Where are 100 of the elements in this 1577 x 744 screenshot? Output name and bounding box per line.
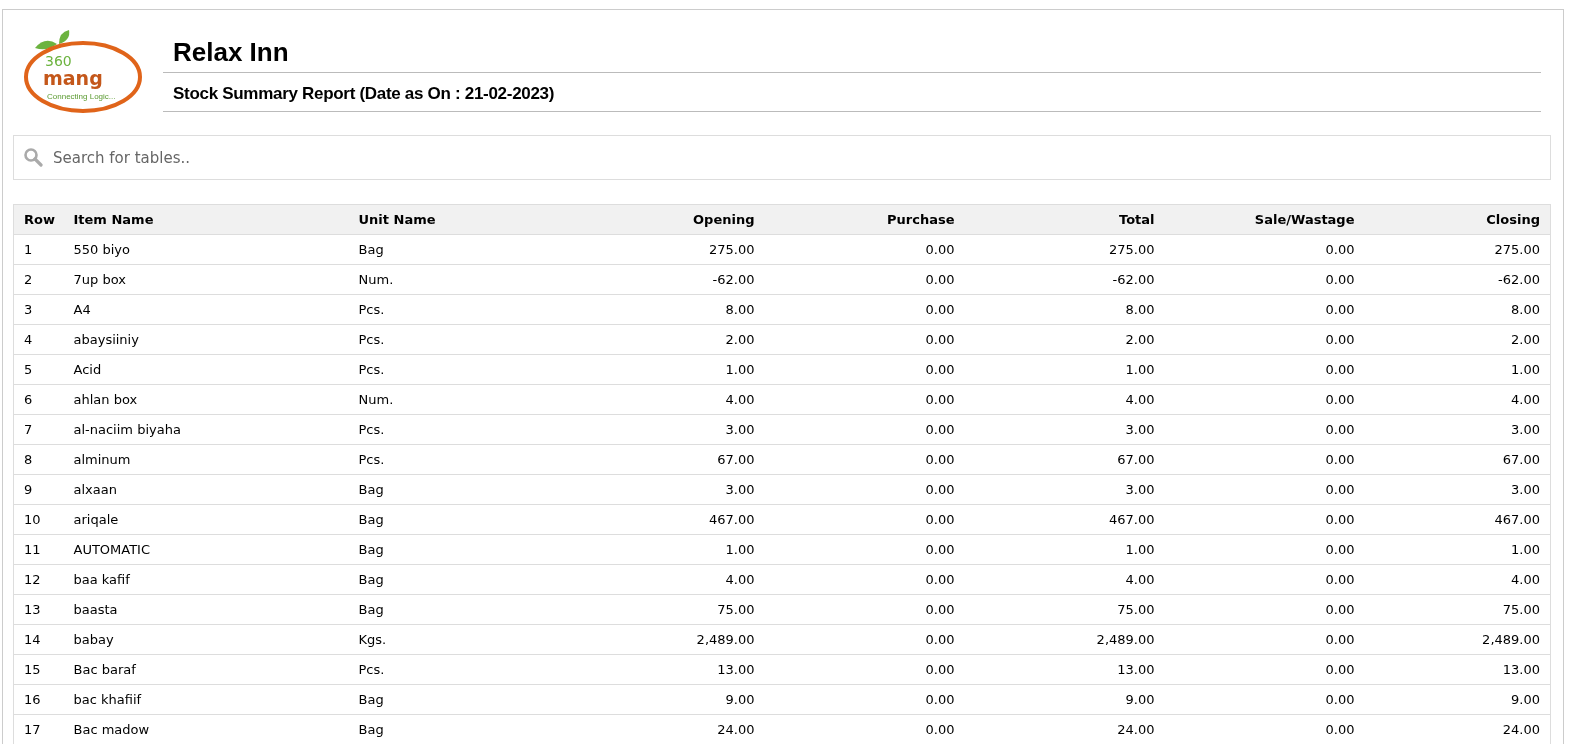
column-header: Item Name (63, 204, 349, 235)
table-cell: 0.00 (764, 384, 965, 415)
table-cell: Bac baraf (63, 654, 349, 685)
table-cell: ahlan box (63, 384, 349, 415)
table-cell: 5 (13, 354, 64, 385)
table-cell: alxaan (63, 474, 349, 505)
table-cell: Bag (348, 534, 565, 565)
table-cell: 2,489.00 (564, 624, 765, 655)
table-cell: 13.00 (964, 654, 1165, 685)
table-cell: 0.00 (1164, 654, 1365, 685)
table-cell: 0.00 (764, 444, 965, 475)
table-cell: 0.00 (1164, 414, 1365, 445)
table-cell: ariqale (63, 504, 349, 535)
table-cell: 8.00 (964, 294, 1165, 325)
table-cell: 2 (13, 264, 64, 295)
report-subtitle: Stock Summary Report (Date as On : 21-02-2023) (163, 73, 1541, 112)
column-header: Purchase (764, 204, 965, 235)
search-field[interactable]: Search for tables.. (13, 135, 1551, 180)
table-cell: 67.00 (964, 444, 1165, 475)
table-cell: 0.00 (764, 594, 965, 625)
table-cell: Bag (348, 474, 565, 505)
table-cell: 9.00 (964, 684, 1165, 715)
table-cell: 75.00 (1364, 594, 1551, 625)
table-cell: 0.00 (1164, 504, 1365, 535)
table-cell: 0.00 (1164, 294, 1365, 325)
table-cell: 0.00 (1164, 534, 1365, 565)
table-cell: 75.00 (964, 594, 1165, 625)
table-cell: 15 (13, 654, 64, 685)
table-cell: 0.00 (764, 294, 965, 325)
table-cell: 0.00 (764, 234, 965, 265)
table-cell: 275.00 (564, 234, 765, 265)
table-cell: 7 (13, 414, 64, 445)
table-cell: 4.00 (964, 564, 1165, 595)
table-cell: 275.00 (1364, 234, 1551, 265)
table-cell: 17 (13, 714, 64, 744)
search-icon (23, 147, 43, 167)
table-cell: 1.00 (1364, 354, 1551, 385)
table-cell: 550 biyo (63, 234, 349, 265)
table-cell: 24.00 (964, 714, 1165, 744)
table-cell: 0.00 (764, 354, 965, 385)
table-cell: 0.00 (764, 564, 965, 595)
table-cell: AUTOMATIC (63, 534, 349, 565)
table-cell: 2,489.00 (1364, 624, 1551, 655)
table-cell: 0.00 (764, 264, 965, 295)
table-cell: 1.00 (1364, 534, 1551, 565)
table-cell: 8.00 (1364, 294, 1551, 325)
table-cell: baasta (63, 594, 349, 625)
table-cell: 10 (13, 504, 64, 535)
table-cell: 3 (13, 294, 64, 325)
table-cell: 0.00 (1164, 234, 1365, 265)
table-cell: 0.00 (764, 504, 965, 535)
table-cell: Acid (63, 354, 349, 385)
table-cell: 0.00 (1164, 564, 1365, 595)
table-cell: 2.00 (1364, 324, 1551, 355)
table-cell: -62.00 (564, 264, 765, 295)
table-cell: Bag (348, 714, 565, 744)
table-cell: Bag (348, 504, 565, 535)
table-cell: 9 (13, 474, 64, 505)
table-cell: 9.00 (1364, 684, 1551, 715)
table-cell: 3.00 (964, 414, 1165, 445)
table-cell: 0.00 (1164, 714, 1365, 744)
table-cell: Bag (348, 594, 565, 625)
table-cell: 0.00 (1164, 354, 1365, 385)
table-cell: 0.00 (1164, 594, 1365, 625)
table-cell: -62.00 (1364, 264, 1551, 295)
table-cell: 2,489.00 (964, 624, 1165, 655)
table-cell: 75.00 (564, 594, 765, 625)
table-cell: 0.00 (764, 654, 965, 685)
column-header: Opening (564, 204, 765, 235)
table-cell: Num. (348, 264, 565, 295)
table-cell: 467.00 (564, 504, 765, 535)
table-cell: Pcs. (348, 444, 565, 475)
table-cell: 0.00 (1164, 324, 1365, 355)
table-cell: Pcs. (348, 414, 565, 445)
table-cell: 3.00 (564, 414, 765, 445)
table-cell: 0.00 (1164, 384, 1365, 415)
table-cell: 467.00 (964, 504, 1165, 535)
column-header: Closing (1364, 204, 1551, 235)
table-cell: 24.00 (564, 714, 765, 744)
table-cell: 13.00 (564, 654, 765, 685)
table-cell: 14 (13, 624, 64, 655)
table-cell: 0.00 (1164, 264, 1365, 295)
table-cell: 0.00 (1164, 624, 1365, 655)
table-cell: 2.00 (964, 324, 1165, 355)
table-cell: Pcs. (348, 354, 565, 385)
table-cell: 3.00 (1364, 474, 1551, 505)
logo-number: 360 (45, 53, 72, 69)
table-cell: Bag (348, 564, 565, 595)
table-cell: 467.00 (1364, 504, 1551, 535)
table-cell: bac khafiif (63, 684, 349, 715)
table-cell: 6 (13, 384, 64, 415)
table-cell: 8.00 (564, 294, 765, 325)
table-cell: 275.00 (964, 234, 1165, 265)
table-cell: Bag (348, 684, 565, 715)
table-cell: 4 (13, 324, 64, 355)
table-cell: abaysiiniy (63, 324, 349, 355)
table-cell: 13.00 (1364, 654, 1551, 685)
table-cell: 0.00 (1164, 474, 1365, 505)
table-cell: Bac madow (63, 714, 349, 744)
table-cell: Pcs. (348, 324, 565, 355)
